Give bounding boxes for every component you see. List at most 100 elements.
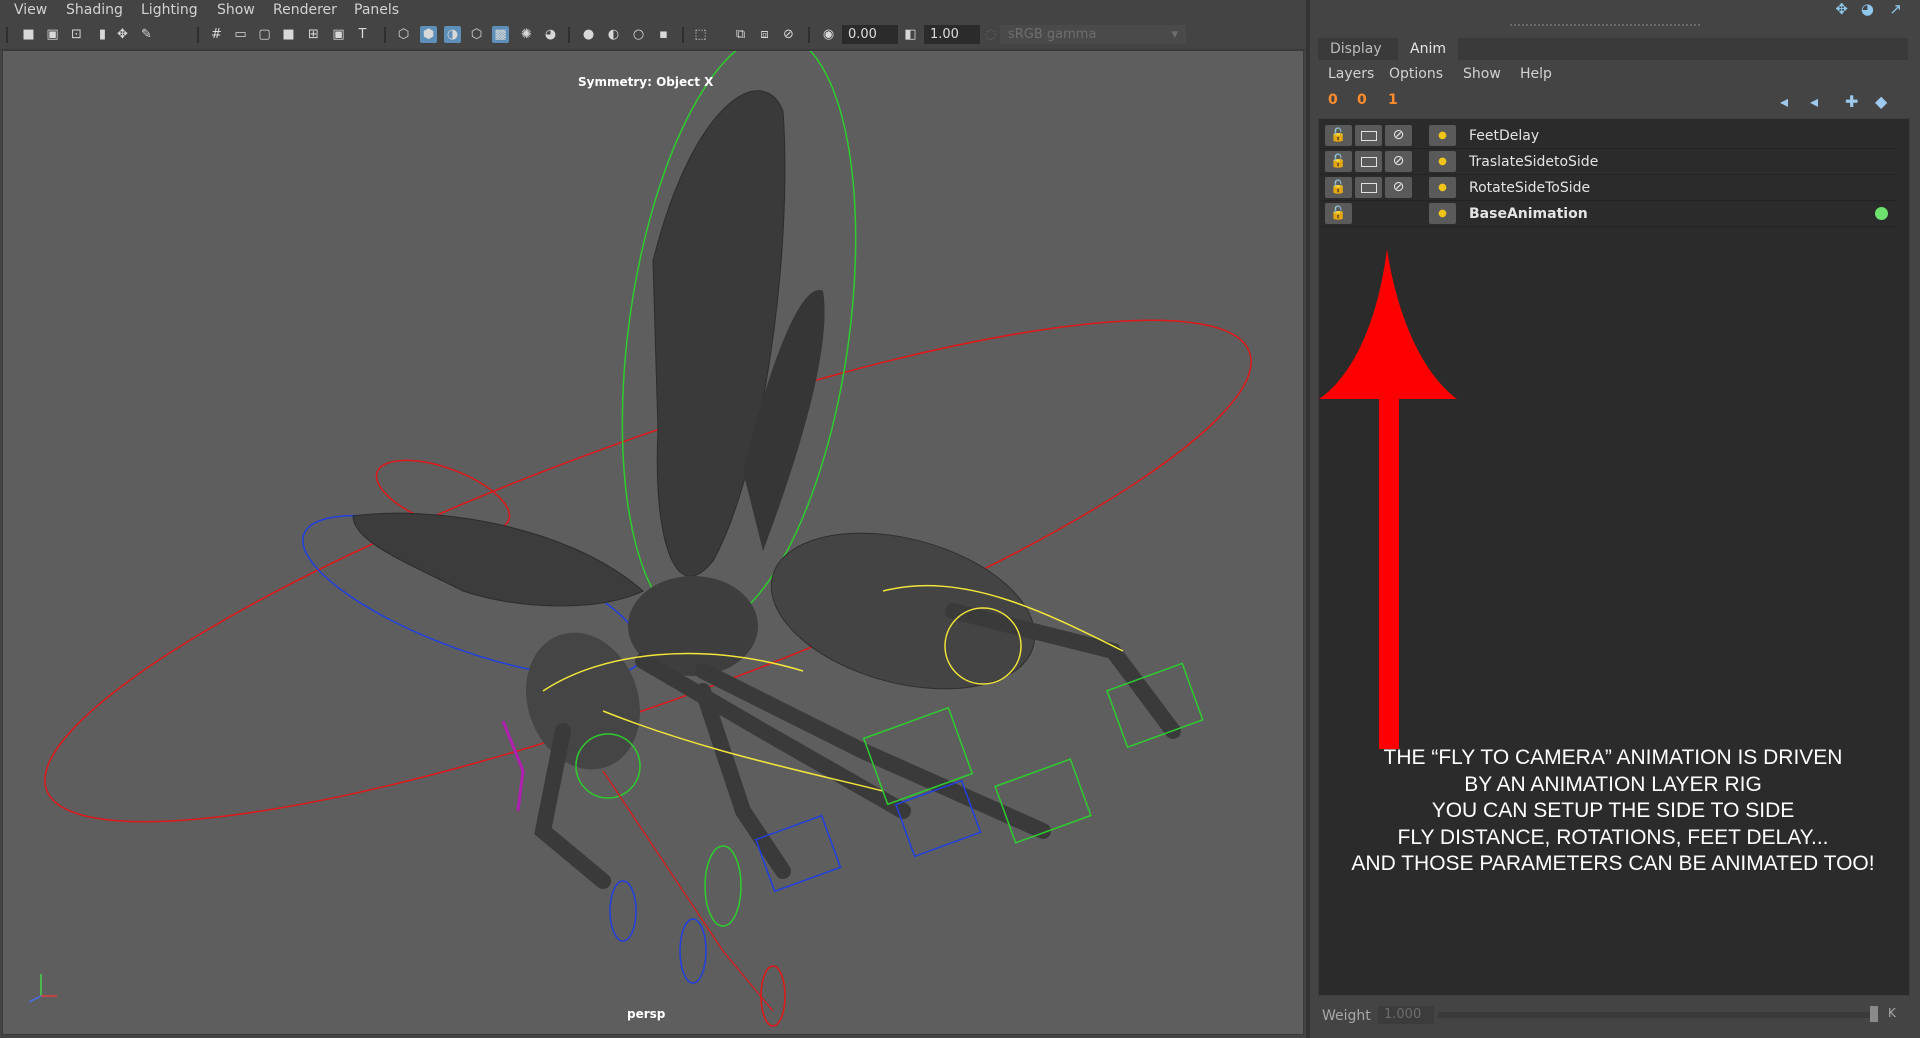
toolbar-separator — [568, 27, 570, 43]
screen-space-ao-icon[interactable]: ● — [580, 26, 597, 43]
xray-joints-icon[interactable]: ⧉ — [732, 26, 749, 43]
select-camera-icon[interactable]: ■ — [20, 26, 37, 43]
bookmark-icon[interactable]: ⊡ — [68, 26, 85, 43]
ghost-button[interactable]: ● — [1429, 125, 1456, 146]
menu-show[interactable]: Show — [217, 2, 255, 18]
color-space-dropdown[interactable]: sRGB gamma ▾ — [1000, 25, 1186, 44]
menu-shading[interactable]: Shading — [66, 2, 123, 18]
lights-icon[interactable]: ✺ — [518, 26, 535, 43]
weight-slider-handle[interactable] — [1870, 1006, 1878, 1022]
camera-attributes-icon[interactable]: ▣ — [44, 26, 61, 43]
lock-icon[interactable]: 🔓 — [1325, 177, 1352, 198]
animation-layer-editor: ✥ ◕ ↗ Display Anim Layers Options Show H… — [1310, 0, 1920, 1038]
antenna-control[interactable] — [679, 918, 707, 984]
exposure-icon[interactable]: ◉ — [820, 26, 837, 43]
tab-display[interactable]: Display — [1318, 38, 1394, 60]
gate-mask-icon[interactable]: ■ — [280, 26, 297, 43]
hud-icon[interactable]: ⊘ — [780, 26, 797, 43]
color-management-icon[interactable]: ◌ — [982, 26, 999, 43]
solo-icon[interactable]: ⊘ — [1385, 151, 1412, 172]
layer-row[interactable]: 🔓 ⊘ ● RotateSideToSide — [1319, 175, 1897, 201]
smooth-shade-icon[interactable]: ⬢ — [420, 26, 437, 43]
weight-slider[interactable] — [1438, 1012, 1878, 1018]
image-plane-icon[interactable]: ▮ — [94, 26, 111, 43]
leg-right-front — [635, 653, 911, 819]
layer-name[interactable]: RotateSideToSide — [1469, 180, 1590, 196]
sphere-icon[interactable]: ◕ — [1861, 0, 1874, 18]
wireframe-on-shaded-icon[interactable]: ⬡ — [468, 26, 485, 43]
editor-tabs: Display Anim — [1318, 38, 1908, 60]
resolution-gate-icon[interactable]: ▢ — [256, 26, 273, 43]
key-weight-button[interactable]: K — [1888, 1006, 1902, 1024]
leg-right-mid — [695, 663, 1051, 839]
tab-anim[interactable]: Anim — [1398, 38, 1458, 60]
weight-field[interactable]: 1.000 — [1378, 1006, 1434, 1024]
create-layer-from-selected-icon[interactable]: ◆ — [1875, 92, 1887, 111]
gamma-field[interactable]: 1.00 — [924, 25, 980, 44]
ghost-button[interactable]: ● — [1429, 177, 1456, 198]
lock-icon[interactable]: 🔓 — [1325, 125, 1352, 146]
mute-button[interactable] — [1355, 151, 1382, 172]
move-layer-up-icon[interactable]: ◂ — [1780, 92, 1788, 111]
3d-viewport[interactable]: Symmetry: Object X persp — [2, 50, 1304, 1035]
full-weight-button[interactable]: 1 — [1388, 92, 1398, 108]
menu-show[interactable]: Show — [1463, 66, 1501, 82]
antenna-control[interactable] — [704, 845, 742, 927]
layer-editor-menu: Layers Options Show Help — [1310, 62, 1920, 86]
anti-alias-icon[interactable]: ○ — [630, 26, 647, 43]
two-d-pan-icon[interactable]: ✥ — [114, 26, 131, 43]
annotation-line: BY AN ANIMATION LAYER RIG — [1464, 772, 1762, 796]
gamma-icon[interactable]: ◧ — [902, 26, 919, 43]
film-gate-icon[interactable]: ▭ — [232, 26, 249, 43]
grease-pencil-icon[interactable]: ✎ — [138, 26, 155, 43]
mute-button[interactable] — [1355, 125, 1382, 146]
depth-of-field-icon[interactable]: ▪ — [655, 26, 672, 43]
chevron-down-icon: ▾ — [1171, 27, 1178, 42]
panel-grip[interactable] — [1510, 24, 1700, 28]
safe-action-icon[interactable]: ▣ — [330, 26, 347, 43]
layer-name[interactable]: TraslateSidetoSide — [1469, 154, 1598, 170]
zero-key-layer-button[interactable]: 0 — [1328, 92, 1338, 108]
zero-weight-button[interactable]: 0 — [1357, 92, 1367, 108]
toolbar-separator — [197, 27, 199, 43]
default-material-icon[interactable]: ◑ — [444, 26, 461, 43]
create-empty-layer-icon[interactable]: ✚ — [1845, 92, 1858, 111]
menu-panels[interactable]: Panels — [354, 2, 399, 18]
menu-view[interactable]: View — [14, 2, 47, 18]
field-chart-icon[interactable]: ⊞ — [305, 26, 322, 43]
shadows-icon[interactable]: ◕ — [542, 26, 559, 43]
xray-active-icon[interactable]: ⧈ — [756, 26, 773, 43]
grid-icon[interactable]: # — [208, 26, 225, 43]
menu-options[interactable]: Options — [1389, 66, 1443, 82]
symmetry-hud: Symmetry: Object X — [578, 75, 714, 89]
isolate-select-icon[interactable]: ⬚ — [692, 26, 709, 43]
safe-title-icon[interactable]: T — [354, 26, 371, 43]
fly-control-curve[interactable] — [3, 230, 1294, 912]
antenna-control[interactable] — [609, 880, 637, 942]
solo-icon[interactable]: ⊘ — [1385, 125, 1412, 146]
menu-renderer[interactable]: Renderer — [273, 2, 337, 18]
antenna-tip-control[interactable] — [760, 965, 786, 1027]
toolbar-separator — [682, 27, 684, 43]
layer-name[interactable]: FeetDelay — [1469, 128, 1539, 144]
pop-out-icon[interactable]: ↗ — [1889, 0, 1902, 18]
menu-layers[interactable]: Layers — [1328, 66, 1374, 82]
motion-blur-icon[interactable]: ◐ — [605, 26, 622, 43]
transform-icon[interactable]: ✥ — [1835, 0, 1848, 18]
menu-lighting[interactable]: Lighting — [141, 2, 198, 18]
solo-icon[interactable]: ⊘ — [1385, 177, 1412, 198]
viewport-menu-bar: View Shading Lighting Show Renderer Pane… — [0, 0, 1306, 21]
wireframe-icon[interactable]: ⬡ — [395, 26, 412, 43]
viewport-panel: View Shading Lighting Show Renderer Pane… — [0, 0, 1306, 1038]
mute-button[interactable] — [1355, 177, 1382, 198]
move-layer-down-icon[interactable]: ◂ — [1810, 92, 1818, 111]
exposure-field[interactable]: 0.00 — [842, 25, 898, 44]
annotation-text: THE “FLY TO CAMERA” ANIMATION IS DRIVEN B… — [1318, 745, 1908, 878]
menu-help[interactable]: Help — [1520, 66, 1552, 82]
xray-icon[interactable]: ▩ — [492, 26, 509, 43]
layer-row[interactable]: 🔓 ⊘ ● TraslateSidetoSide — [1319, 149, 1897, 175]
lock-icon[interactable]: 🔓 — [1325, 151, 1352, 172]
layer-row[interactable]: 🔓 ⊘ ● FeetDelay — [1319, 123, 1897, 149]
ghost-button[interactable]: ● — [1429, 151, 1456, 172]
mandible-control[interactable] — [501, 720, 525, 812]
